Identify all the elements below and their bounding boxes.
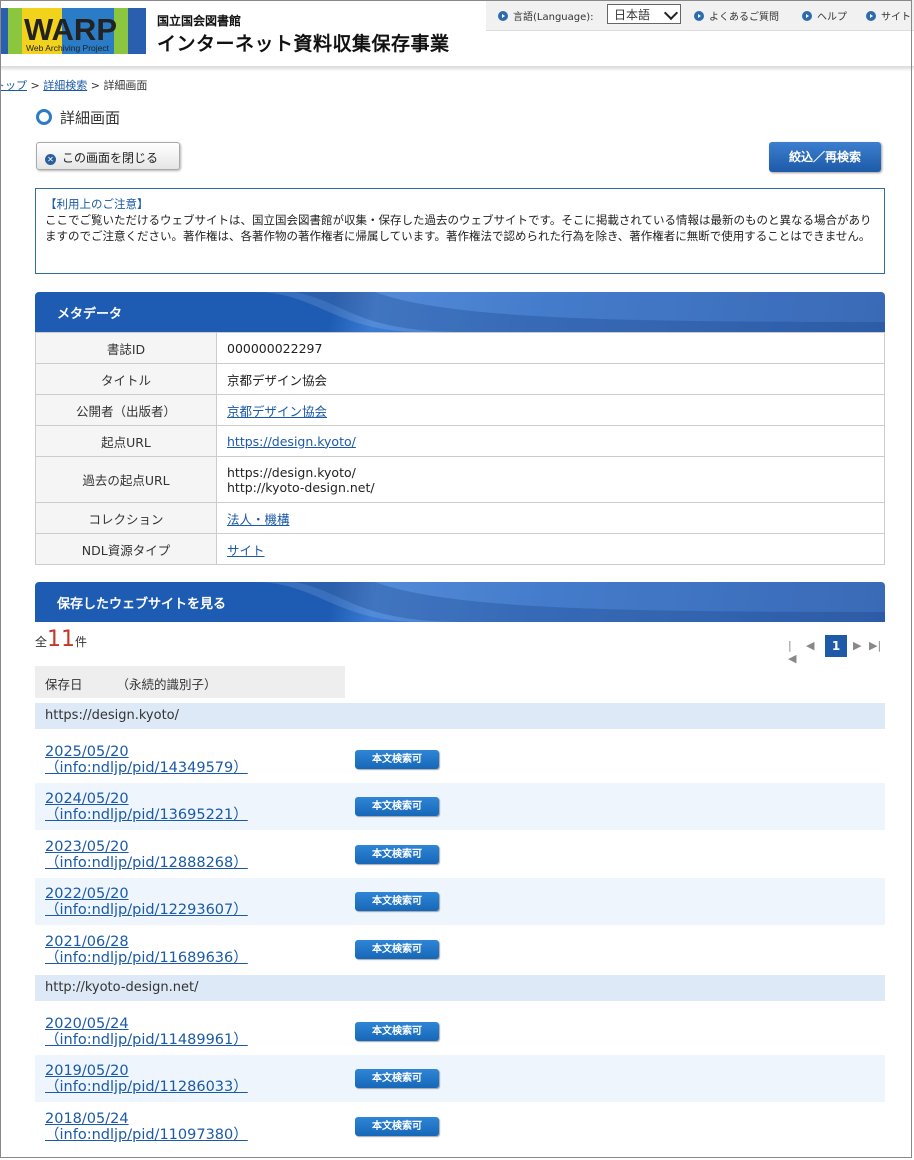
snapshot-date: 2020/05/24	[45, 1016, 129, 1032]
fulltext-search-badge[interactable]: 本文検索可	[355, 1022, 439, 1041]
archive-snapshot-link[interactable]: 2024/05/20 （info:ndljp/pid/13695221）	[45, 791, 345, 823]
snapshot-date: 2018/05/24	[45, 1110, 129, 1127]
meta-row-collection: コレクション 法人・機構	[35, 502, 885, 534]
first-page-icon[interactable]: |◀	[788, 639, 796, 665]
publisher-link[interactable]: 京都デザイン協会	[227, 404, 327, 419]
archive-snapshot-link[interactable]: 2025/05/20 （info:ndljp/pid/14349579）	[45, 744, 345, 776]
table-row: 2019/05/20 （info:ndljp/pid/11286033） 本文検索可	[35, 1055, 885, 1103]
meta-row-publisher: 公開者（出版者） 京都デザイン協会	[35, 394, 885, 426]
last-page-icon[interactable]: ▶|	[869, 639, 881, 652]
metadata-heading: メタデータ	[35, 292, 885, 332]
language-label: 言語(Language):	[498, 8, 594, 23]
start-url-link[interactable]: https://design.kyoto/	[227, 434, 356, 449]
fulltext-search-badge[interactable]: 本文検索可	[355, 1069, 439, 1089]
archive-list-header: 保存日 （永続的識別子）	[35, 666, 345, 698]
archive-snapshot-link[interactable]: 2022/05/20 （info:ndljp/pid/12293607）	[45, 886, 345, 918]
arrow-circle-icon	[498, 11, 508, 21]
snapshot-pid: （info:ndljp/pid/11286033）	[45, 1079, 248, 1096]
table-row: 2023/05/20 （info:ndljp/pid/12888268） 本文検索可	[35, 831, 885, 878]
snapshot-pid: （info:ndljp/pid/13695221）	[45, 807, 248, 824]
svg-text:WARP: WARP	[24, 12, 117, 47]
snapshot-date: 2022/05/20	[45, 886, 129, 903]
project-name: インターネット資料収集保存事業	[157, 33, 450, 55]
snapshot-pid: （info:ndljp/pid/11489961）	[45, 1032, 248, 1048]
archive-snapshot-link[interactable]: 2021/06/28 （info:ndljp/pid/11689636）	[45, 934, 345, 966]
fulltext-search-badge[interactable]: 本文検索可	[355, 939, 439, 959]
circle-icon	[36, 109, 52, 125]
table-row: 2022/05/20 （info:ndljp/pid/12293607） 本文検索可	[35, 878, 885, 926]
metadata-table: 書誌ID 000000022297 タイトル 京都デザイン協会 公開者（出版者） 京都…	[35, 332, 885, 565]
archive-snapshot-link[interactable]: 2023/05/20 （info:ndljp/pid/12888268）	[45, 839, 345, 871]
snapshot-date: 2025/05/20	[45, 744, 129, 760]
archive-heading: 保存したウェブサイトを見る	[35, 582, 885, 622]
top-nav: 言語(Language): 日本語 よくあるご質問 ヘルプ サイト	[486, 0, 914, 31]
header-swoosh	[255, 582, 885, 622]
warp-logo[interactable]: WARP Web Archiving Project	[0, 6, 146, 56]
arrow-circle-icon	[694, 11, 704, 21]
breadcrumb-top[interactable]: トップ	[0, 79, 27, 92]
snapshot-date: 2021/06/28	[45, 933, 129, 950]
archive-group-url: https://design.kyoto/	[35, 703, 885, 729]
resource-type-link[interactable]: サイト	[227, 543, 265, 558]
snapshot-date: 2023/05/20	[45, 838, 129, 855]
archive-snapshot-link[interactable]: 2019/05/20 （info:ndljp/pid/11286033）	[45, 1063, 345, 1095]
meta-row-start-url: 起点URL https://design.kyoto/	[35, 425, 885, 457]
org-name: 国立国会図書館	[157, 14, 242, 28]
snapshot-pid: （info:ndljp/pid/11689636）	[45, 949, 248, 966]
faq-link[interactable]: よくあるご質問	[694, 8, 779, 23]
notice-body: ここでご覧いただけるウェブサイトは、国立国会図書館が収集・保存した過去のウェブサ…	[45, 213, 872, 243]
fulltext-search-badge[interactable]: 本文検索可	[355, 892, 439, 912]
snapshot-pid: （info:ndljp/pid/11097380）	[45, 1126, 248, 1143]
archive-snapshot-link[interactable]: 2020/05/24 （info:ndljp/pid/11489961）	[45, 1016, 345, 1048]
breadcrumb-current: 詳細画面	[103, 79, 148, 92]
site-header: WARP Web Archiving Project 国立国会図書館 インターネ…	[0, 0, 914, 67]
fulltext-search-badge[interactable]: 本文検索可	[355, 844, 439, 864]
table-row: 2020/05/24 （info:ndljp/pid/11489961） 本文検索可	[35, 1008, 885, 1055]
archive-group-url: http://kyoto-design.net/	[35, 975, 885, 1001]
usage-notice: 【利用上のご注意】 ここでご覧いただけるウェブサイトは、国立国会図書館が収集・保…	[35, 188, 885, 274]
table-row: 2021/06/28 （info:ndljp/pid/11689636） 本文検索可	[35, 926, 885, 973]
chevron-down-icon	[663, 5, 679, 21]
fulltext-search-badge[interactable]: 本文検索可	[355, 750, 439, 769]
fulltext-search-badge[interactable]: 本文検索可	[355, 797, 439, 817]
svg-text:Web Archiving Project: Web Archiving Project	[26, 43, 110, 53]
notice-title: 【利用上のご注意】	[45, 197, 149, 211]
snapshot-pid: （info:ndljp/pid/12888268）	[45, 854, 248, 871]
language-select[interactable]: 日本語	[607, 4, 681, 24]
arrow-circle-icon	[802, 11, 812, 21]
snapshot-pid: （info:ndljp/pid/14349579）	[45, 760, 248, 776]
arrow-circle-icon	[866, 11, 876, 21]
meta-row-resource-type: NDL資源タイプ サイト	[35, 533, 885, 565]
collection-link[interactable]: 法人・機構	[227, 512, 290, 527]
meta-row-bib-id: 書誌ID 000000022297	[35, 332, 885, 364]
sitemap-link[interactable]: サイト	[866, 8, 911, 23]
header-swoosh	[255, 292, 885, 332]
snapshot-date: 2019/05/20	[45, 1063, 129, 1080]
meta-row-title: タイトル 京都デザイン協会	[35, 363, 885, 395]
page-number-current[interactable]: 1	[825, 635, 847, 657]
close-page-button[interactable]: ✕ この画面を閉じる	[36, 142, 180, 170]
archive-snapshot-link[interactable]: 2018/05/24 （info:ndljp/pid/11097380）	[45, 1111, 345, 1143]
table-row: 2025/05/20 （info:ndljp/pid/14349579） 本文検索可	[35, 736, 885, 783]
breadcrumb: トップ > 詳細検索 > 詳細画面	[0, 77, 147, 93]
meta-row-past-url: 過去の起点URL https://design.kyoto/http://kyot…	[35, 456, 885, 503]
snapshot-pid: （info:ndljp/pid/12293607）	[45, 902, 248, 919]
breadcrumb-search[interactable]: 詳細検索	[43, 79, 87, 92]
help-link[interactable]: ヘルプ	[802, 8, 847, 23]
prev-page-icon[interactable]: ◀	[806, 639, 814, 652]
next-page-icon[interactable]: ▶	[853, 639, 861, 652]
refine-search-button[interactable]: 絞込／再検索	[769, 142, 881, 172]
fulltext-search-badge[interactable]: 本文検索可	[355, 1116, 439, 1136]
close-icon: ✕	[45, 154, 56, 165]
snapshot-date: 2024/05/20	[45, 791, 129, 808]
total-count: 全11件	[35, 627, 88, 652]
page-title: 詳細画面	[36, 107, 120, 128]
table-row: 2024/05/20 （info:ndljp/pid/13695221） 本文検索可	[35, 783, 885, 831]
table-row: 2018/05/24 （info:ndljp/pid/11097380） 本文検索可	[35, 1103, 885, 1150]
